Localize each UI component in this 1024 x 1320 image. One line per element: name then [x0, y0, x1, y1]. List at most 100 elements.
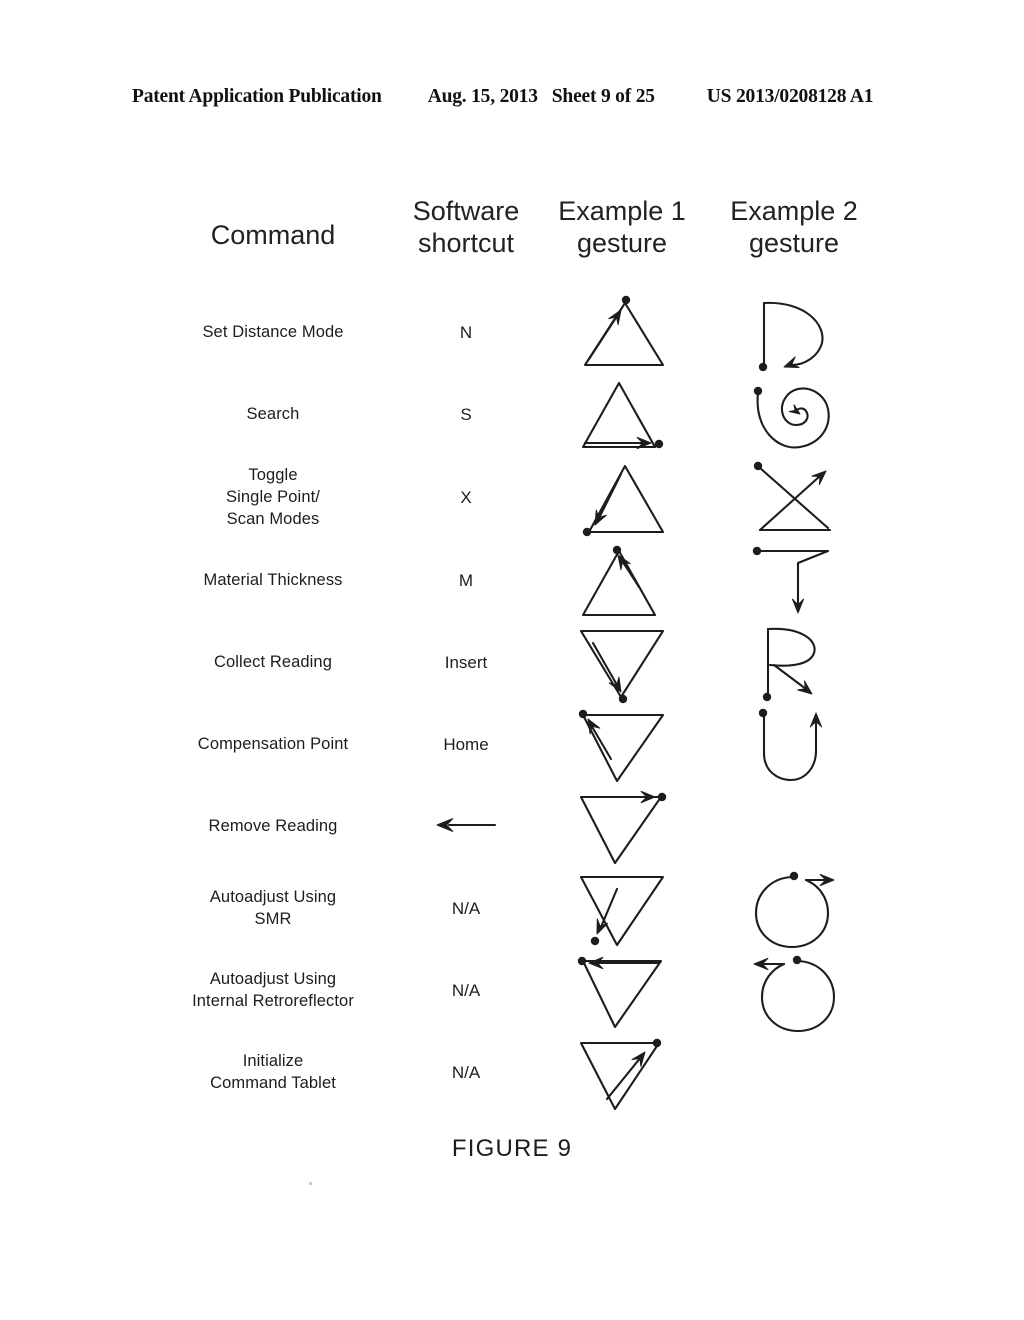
table-body: Set Distance Mode N Search S Toggle Single … — [150, 292, 880, 1114]
shortcut-label: S — [460, 405, 472, 424]
column-header-example2-line2: gesture — [748, 227, 840, 258]
cell-example2 — [708, 950, 880, 1033]
cell-example1 — [536, 622, 708, 704]
cell-example2 — [708, 786, 880, 868]
column-header-example2: Example 2 gesture — [708, 196, 880, 260]
column-header-shortcut: Software shortcut — [396, 196, 536, 260]
command-label: Initialize Command Tablet — [210, 1052, 336, 1092]
triangle-up-arrow-down-left-dot-icon — [536, 452, 708, 544]
cell-shortcut: Home — [396, 704, 536, 786]
triangle-up-arrow-right-base-dot-icon — [536, 369, 708, 461]
shortcut-label: N/A — [451, 899, 481, 918]
cell-example2 — [708, 868, 880, 950]
cell-shortcut: S — [396, 374, 536, 456]
cell-shortcut: X — [396, 456, 536, 540]
command-label: Search — [246, 405, 300, 424]
table-row: Set Distance Mode N — [150, 292, 880, 374]
shortcut-label: X — [460, 488, 472, 507]
table-row: Autoadjust Using Internal Retroreflector N… — [150, 950, 880, 1033]
cell-example1 — [536, 1032, 708, 1114]
triangle-up-arrow-up-left-apex-dot-icon — [536, 535, 708, 627]
table-row: Autoadjust Using SMR N/A — [150, 868, 880, 950]
table-row: Search S — [150, 374, 880, 456]
shortcut-label: Insert — [444, 653, 488, 672]
command-label: Remove Reading — [208, 817, 338, 836]
patent-number: US 2013/0208128 A1 — [706, 86, 874, 107]
table-row: Collect Reading Insert — [150, 622, 880, 704]
table-header-row: Command Software shortcut Example 1 gest… — [150, 196, 880, 292]
publication-date: Aug. 15, 2013 — [427, 86, 538, 107]
column-header-command: Command — [150, 196, 396, 252]
scan-artifact — [309, 1182, 312, 1185]
command-label: Collect Reading — [214, 653, 332, 672]
column-header-command-line1: Command — [210, 220, 336, 250]
command-label: Set Distance Mode — [202, 323, 344, 342]
cell-shortcut — [396, 786, 536, 868]
circle-clockwise-arrow-left-icon — [708, 943, 880, 1039]
table-row: Remove Reading — [150, 786, 880, 868]
cell-example2 — [708, 374, 880, 456]
table-row: Toggle Single Point/Scan Modes X — [150, 456, 880, 540]
publication-label: Patent Application Publication — [132, 86, 382, 107]
cell-example1 — [536, 374, 708, 456]
inward-spiral-icon — [708, 367, 880, 463]
letter-u-arrow-up-icon — [708, 697, 880, 793]
table-row: Initialize Command Tablet N/A — [150, 1032, 880, 1114]
command-label: Compensation Point — [197, 735, 349, 754]
cell-example1 — [536, 540, 708, 622]
shortcut-label: N/A — [451, 981, 481, 1000]
cell-example2 — [708, 1032, 880, 1114]
cell-example2 — [708, 622, 880, 704]
cell-shortcut: N — [396, 292, 536, 374]
column-header-example1-line2: gesture — [576, 227, 668, 258]
cell-command: Material Thickness — [150, 540, 396, 622]
table-row: Compensation Point Home — [150, 704, 880, 786]
shortcut-label: N — [459, 323, 473, 342]
cell-example1 — [536, 704, 708, 786]
command-label: Autoadjust Using SMR — [209, 888, 337, 928]
cell-command: Autoadjust Using Internal Retroreflector — [150, 950, 396, 1032]
cross-x-arrow-up-right-icon — [708, 450, 880, 546]
cell-example2 — [708, 540, 880, 622]
cell-command: Toggle Single Point/Scan Modes — [150, 456, 396, 540]
shortcut-label: M — [458, 571, 474, 590]
cell-example2 — [708, 456, 880, 540]
command-label: Material Thickness — [203, 571, 343, 590]
patent-header: Patent Application Publication Aug. 15, … — [132, 86, 892, 108]
cell-example1 — [536, 786, 708, 868]
cell-example2 — [708, 292, 880, 374]
figure-caption: FIGURE 9 — [451, 1135, 573, 1162]
triangle-down-arrow-up-right-dot-icon — [536, 1025, 708, 1121]
cell-shortcut: N/A — [396, 950, 536, 1032]
backspace-arrow-icon — [396, 805, 536, 850]
cell-command: Search — [150, 374, 396, 456]
column-header-example1: Example 1 gesture — [536, 196, 708, 260]
sheet-number: Sheet 9 of 25 — [551, 86, 655, 107]
cell-command: Set Distance Mode — [150, 292, 396, 374]
cell-shortcut: Insert — [396, 622, 536, 704]
command-label: Toggle Single Point/Scan Modes — [226, 466, 320, 528]
shortcut-label: N/A — [451, 1063, 481, 1082]
cell-example1 — [536, 456, 708, 540]
cell-example1 — [536, 950, 708, 1032]
column-header-example2-line1: Example 2 — [730, 196, 858, 226]
column-header-shortcut-line2: shortcut — [417, 227, 515, 258]
cell-command: Compensation Point — [150, 704, 396, 786]
gesture-command-table: Command Software shortcut Example 1 gest… — [150, 196, 880, 1114]
cell-example1 — [536, 868, 708, 950]
cell-command: Collect Reading — [150, 622, 396, 704]
shortcut-label: Home — [443, 735, 489, 754]
triangle-up-arrow-to-apex-dot-icon — [536, 287, 708, 379]
column-header-shortcut-line1: Software — [412, 196, 520, 226]
cell-example2 — [708, 704, 880, 786]
cell-shortcut: M — [396, 540, 536, 622]
cell-shortcut: N/A — [396, 868, 536, 950]
cell-shortcut: N/A — [396, 1032, 536, 1114]
cell-command: Autoadjust Using SMR — [150, 868, 396, 950]
cell-command: Remove Reading — [150, 786, 396, 868]
command-label: Autoadjust Using Internal Retroreflector — [192, 970, 354, 1010]
cell-command: Initialize Command Tablet — [150, 1032, 396, 1114]
table-row: Material Thickness M — [150, 540, 880, 622]
column-header-example1-line1: Example 1 — [558, 196, 686, 226]
cell-example1 — [536, 292, 708, 374]
